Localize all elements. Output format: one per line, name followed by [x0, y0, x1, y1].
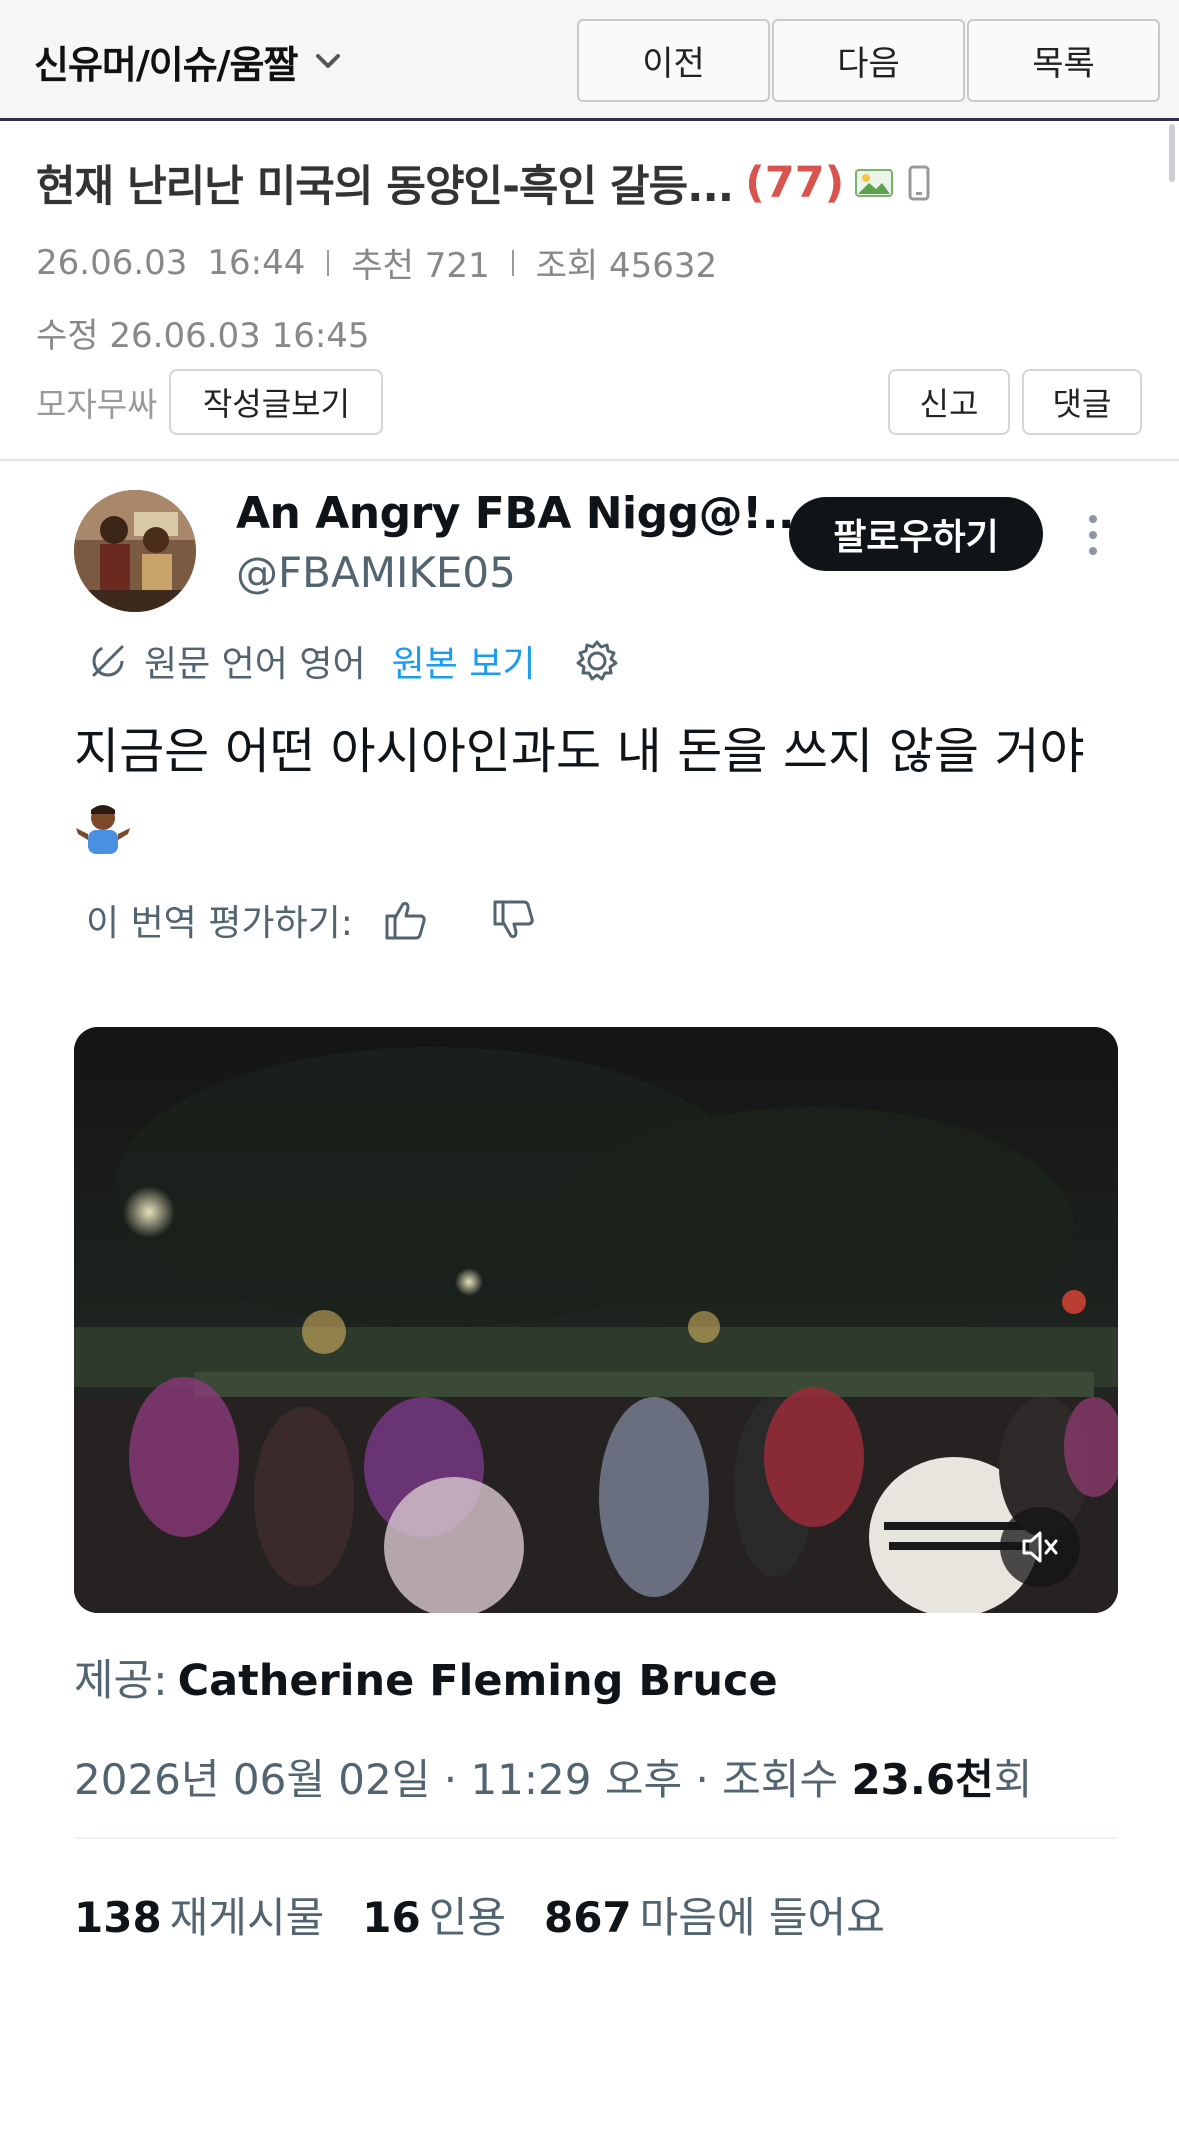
- likes-stat[interactable]: 867 마음에 들어요: [544, 1884, 885, 1945]
- next-button[interactable]: 다음: [772, 19, 965, 102]
- tweet-text: 지금은 어떤 아시아인과도 내 돈을 쓰지 않을 거야: [74, 723, 1085, 780]
- rate-translation: 이 번역 평가하기:: [86, 894, 537, 946]
- avatar[interactable]: [74, 490, 196, 612]
- view-original-link[interactable]: 원본 보기: [392, 635, 536, 687]
- likes-count: 867: [543, 1893, 632, 1942]
- top-nav-bar: 신유머/이슈/움짤 이전 다음 목록: [0, 0, 1179, 121]
- follow-button[interactable]: 팔로우하기: [789, 497, 1043, 571]
- volume-mute-icon: [1022, 1531, 1058, 1563]
- quotes-count: 16: [362, 1893, 421, 1942]
- author-row: 모자무싸 작성글보기: [36, 369, 384, 435]
- prev-button[interactable]: 이전: [577, 19, 770, 102]
- provided-by[interactable]: Catherine Fleming Bruce: [178, 1656, 778, 1706]
- media-credit: 제공: Catherine Fleming Bruce: [74, 1646, 778, 1708]
- mute-button[interactable]: [1000, 1507, 1080, 1587]
- board-selector[interactable]: 신유머/이슈/움짤: [34, 34, 343, 88]
- divider: [0, 459, 1179, 461]
- thumbs-up-icon[interactable]: [381, 896, 429, 944]
- view-count-suffix: 회: [993, 1755, 1033, 1804]
- translation-bar: 원문 언어 영어 원본 보기: [86, 636, 620, 686]
- video-player[interactable]: [74, 1027, 1118, 1613]
- post-time: 16:44: [207, 242, 306, 283]
- tweet-stats: 138 재게시물 16 인용 867 마음에 들어요: [74, 1884, 923, 1945]
- meta-separator: [511, 249, 514, 276]
- display-name[interactable]: An Angry FBA Nigg@!...: [236, 488, 811, 539]
- more-vertical-icon[interactable]: [1078, 505, 1108, 565]
- likes-label: 마음에 들어요: [639, 1893, 885, 1942]
- tweet-timestamp: 2026년 06월 02일 · 11:29 오후 · 조회수 23.6천회: [74, 1746, 1032, 1807]
- scrollbar[interactable]: [1169, 124, 1175, 182]
- video-frame: [74, 1027, 1118, 1613]
- post-header: 현재 난리난 미국의 동양인-흑인 갈등... (77): [36, 152, 1146, 214]
- source-language: 원문 언어 영어: [144, 644, 366, 685]
- shrug-emoji-icon: [76, 805, 130, 854]
- chevron-down-icon: [316, 54, 341, 68]
- meta-separator: [327, 249, 330, 276]
- quotes-label: 인용: [428, 1893, 506, 1942]
- timestamp-text[interactable]: 2026년 06월 02일 · 11:29 오후 · 조회수: [74, 1755, 851, 1804]
- reposts-stat[interactable]: 138 재게시물: [74, 1884, 324, 1945]
- quotes-stat[interactable]: 16 인용: [362, 1884, 506, 1945]
- comment-count[interactable]: (77): [745, 158, 844, 208]
- view-author-posts-button[interactable]: 작성글보기: [169, 369, 384, 435]
- user-handle[interactable]: @FBAMIKE05: [236, 548, 516, 597]
- translate-icon: [92, 645, 124, 677]
- report-button[interactable]: 신고: [888, 369, 1010, 435]
- edited-timestamp: 수정 26.06.03 16:45: [36, 316, 370, 356]
- thumbs-down-icon[interactable]: [489, 896, 537, 944]
- author-name[interactable]: 모자무싸: [36, 378, 157, 426]
- divider: [74, 1837, 1118, 1839]
- post-date: 26.06.03: [36, 242, 188, 283]
- post-title: 현재 난리난 미국의 동양인-흑인 갈등...: [36, 162, 734, 212]
- post-meta: 26.06.03 16:44 추천 721 조회 45632: [36, 238, 717, 287]
- tweet-view-count: 23.6천: [851, 1755, 994, 1804]
- view-count: 조회 45632: [535, 246, 718, 286]
- board-name: 신유머/이슈/움짤: [34, 42, 298, 87]
- recommend-count: 추천 721: [351, 246, 490, 286]
- image-icon: [855, 169, 894, 197]
- list-button[interactable]: 목록: [967, 19, 1160, 102]
- gear-icon[interactable]: [574, 638, 620, 684]
- reposts-count: 138: [74, 1893, 162, 1942]
- reposts-label: 재게시물: [169, 1893, 325, 1942]
- comment-button[interactable]: 댓글: [1022, 369, 1142, 435]
- provided-label: 제공:: [74, 1656, 168, 1706]
- rate-translation-label: 이 번역 평가하기:: [86, 903, 353, 944]
- mobile-icon: [908, 165, 930, 201]
